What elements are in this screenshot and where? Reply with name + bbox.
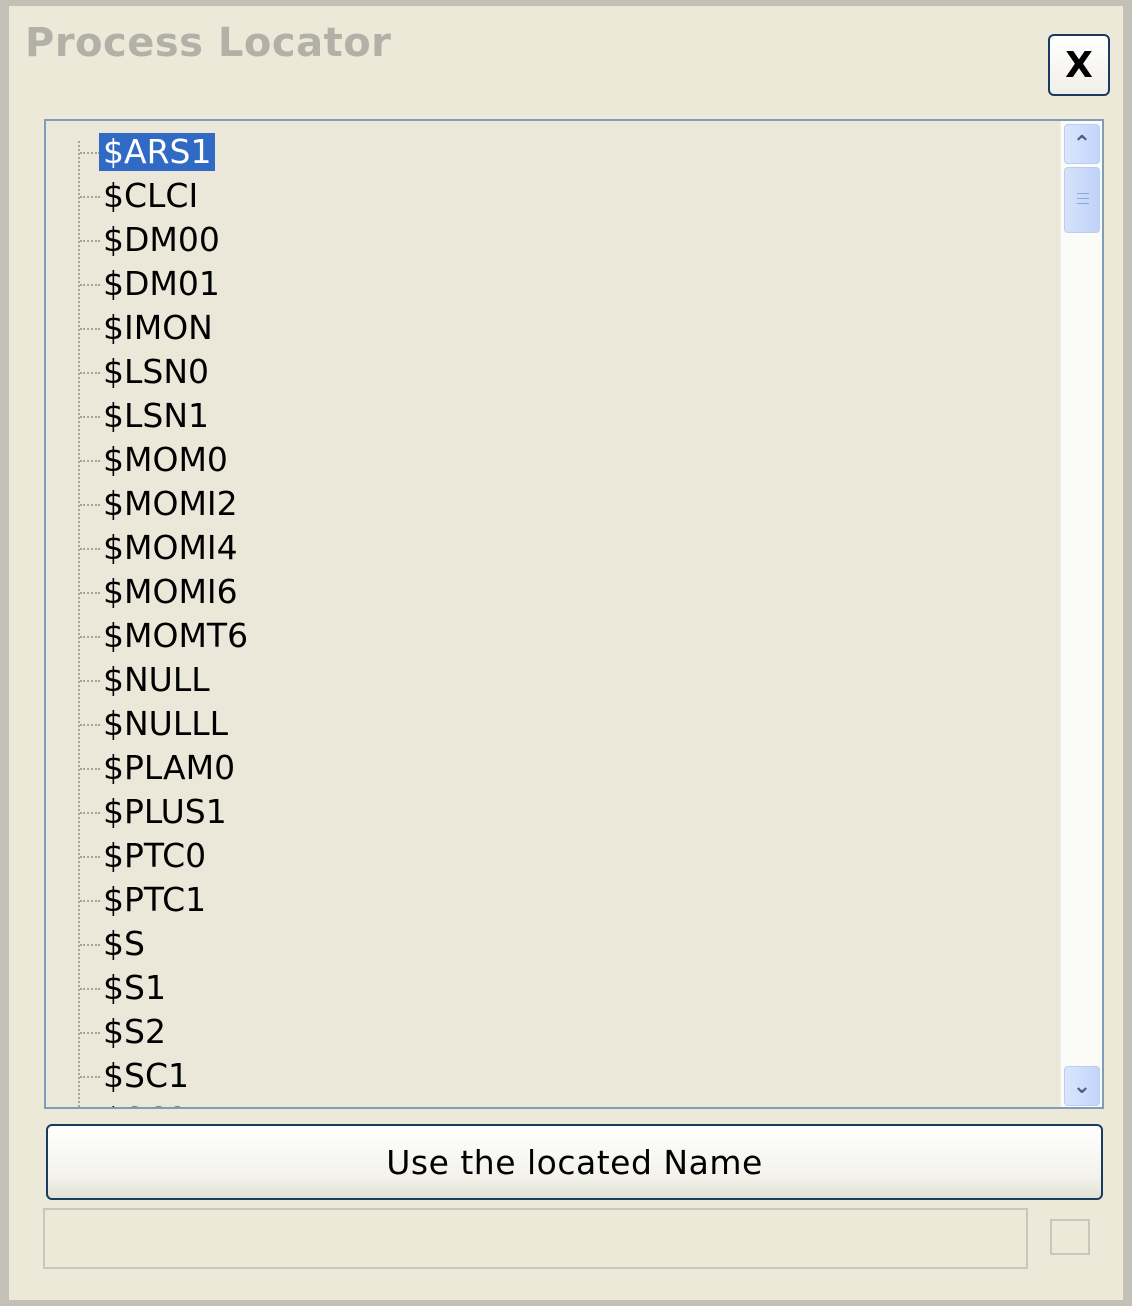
tree-item[interactable]: $SC2 [46, 1098, 1056, 1108]
tree-item[interactable]: $S [46, 922, 1056, 966]
tree-item[interactable]: $NULLL [46, 702, 1056, 746]
tree-connector [80, 328, 100, 330]
chevron-down-icon: ⌄ [1072, 1073, 1092, 1099]
tree-item-label: $NULLL [103, 704, 228, 743]
tree-item[interactable]: $DM00 [46, 218, 1056, 262]
tree-item[interactable]: $MOM0 [46, 438, 1056, 482]
scroll-thumb[interactable] [1064, 167, 1100, 233]
tree-item-label: $S2 [103, 1012, 166, 1051]
grip-line [1077, 203, 1089, 204]
tree-item-label: $DM00 [103, 220, 220, 259]
tree-item[interactable]: $LSN1 [46, 394, 1056, 438]
tree-connector [80, 416, 100, 418]
tree-item-label: $MOMT6 [103, 616, 249, 655]
tree-connector [80, 944, 100, 946]
use-located-name-button[interactable]: Use the located Name [46, 1124, 1103, 1200]
tree-item-label: $SC1 [103, 1056, 189, 1095]
tree-item-label: $MOMI2 [103, 484, 238, 523]
tree-item[interactable]: $S2 [46, 1010, 1056, 1054]
tree-item[interactable]: $IMON [46, 306, 1056, 350]
option-checkbox[interactable] [1050, 1219, 1090, 1255]
grip-line [1077, 193, 1089, 194]
tree-item[interactable]: $PLUS1 [46, 790, 1056, 834]
tree-connector [80, 240, 100, 242]
tree-item[interactable]: $MOMI6 [46, 570, 1056, 614]
tree-item-label: $PTC0 [103, 836, 207, 875]
tree-connector [80, 636, 100, 638]
tree-item[interactable]: $PTC1 [46, 878, 1056, 922]
tree-item[interactable]: $SC1 [46, 1054, 1056, 1098]
tree-item-label: $ARS1 [99, 133, 216, 171]
close-button[interactable]: X [1048, 34, 1110, 96]
tree-item[interactable]: $MOMI4 [46, 526, 1056, 570]
scroll-down-button[interactable]: ⌄ [1064, 1066, 1100, 1106]
tree-item-label: $CLCI [103, 176, 199, 215]
tree-item-label: $NULL [103, 660, 210, 699]
tree-connector [80, 548, 100, 550]
tree-item-label: $PLUS1 [103, 792, 227, 831]
tree-item-label: $S1 [103, 968, 166, 1007]
tree-item[interactable]: $S1 [46, 966, 1056, 1010]
vertical-scrollbar[interactable]: ⌃ ⌄ [1060, 121, 1102, 1107]
tree-item-label: $LSN0 [103, 352, 210, 391]
tree-item[interactable]: $PLAM0 [46, 746, 1056, 790]
tree-item[interactable]: $DM01 [46, 262, 1056, 306]
window-title: Process Locator [25, 20, 392, 66]
tree-item[interactable]: $NULL [46, 658, 1056, 702]
tree-item-label: $PTC1 [103, 880, 207, 919]
tree-item-label: $LSN1 [103, 396, 210, 435]
tree-connector [80, 812, 100, 814]
tree-connector [80, 284, 100, 286]
scroll-up-button[interactable]: ⌃ [1064, 124, 1100, 164]
tree-connector [80, 900, 100, 902]
tree-connector [80, 196, 100, 198]
tree-connector [80, 504, 100, 506]
tree-item-label: $DM01 [103, 264, 220, 303]
grip-line [1077, 198, 1089, 199]
chevron-up-icon: ⌃ [1072, 131, 1092, 157]
tree-connector [80, 592, 100, 594]
tree-connector [80, 1076, 100, 1078]
tree-item-label: $IMON [103, 308, 213, 347]
tree-item-label: $S [103, 924, 145, 963]
tree-item[interactable]: $CLCI [46, 174, 1056, 218]
tree-item-label: $MOMI4 [103, 528, 238, 567]
tree-connector [80, 856, 100, 858]
tree-item[interactable]: $LSN0 [46, 350, 1056, 394]
process-tree[interactable]: $ARS1 $CLCI $DM00 $DM01 $IMON $LSN0 $LSN1 $MOM0… [44, 119, 1104, 1109]
tree-item-label: $PLAM0 [103, 748, 236, 787]
tree-connector [80, 680, 100, 682]
tree-item-label: $SC2 [99, 1101, 193, 1108]
tree-item[interactable]: $MOMT6 [46, 614, 1056, 658]
tree-item-label: $MOM0 [103, 440, 228, 479]
process-locator-window: Process Locator X $ARS1 $CLCI $DM00 $DM01 $I… [0, 0, 1132, 1306]
tree-connector [80, 152, 100, 154]
tree-item[interactable]: $PTC0 [46, 834, 1056, 878]
status-field [43, 1208, 1028, 1269]
tree-connector [80, 724, 100, 726]
tree-item[interactable]: $ARS1 [46, 130, 1056, 174]
tree-item[interactable]: $MOMI2 [46, 482, 1056, 526]
tree-connector [80, 768, 100, 770]
tree-connector [80, 460, 100, 462]
tree-connector [80, 988, 100, 990]
tree-connector [80, 372, 100, 374]
tree-item-label: $MOMI6 [103, 572, 238, 611]
tree-connector [80, 1032, 100, 1034]
